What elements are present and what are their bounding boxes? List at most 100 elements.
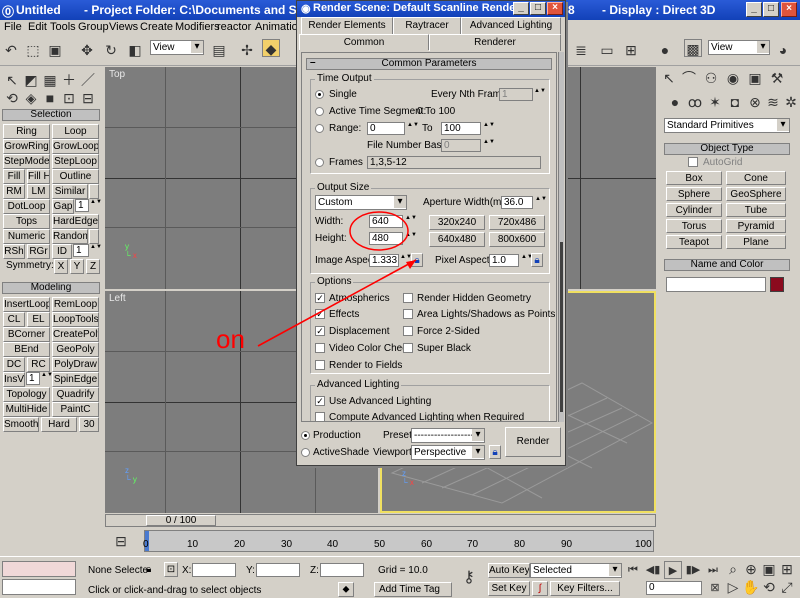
collapse-icon[interactable]: –	[310, 57, 316, 68]
y-coord-field[interactable]	[256, 563, 300, 577]
panel-icon-1[interactable]: ↖	[3, 71, 21, 89]
tab-common[interactable]: Common	[299, 34, 429, 50]
activeshade-radio[interactable]	[301, 448, 310, 457]
cylinder-button[interactable]: Cylinder	[666, 203, 722, 217]
frames-radio[interactable]	[315, 158, 324, 167]
tops-button[interactable]: Tops	[3, 214, 50, 229]
dialog-scrollbar[interactable]	[558, 52, 564, 422]
polydraw-button[interactable]: PolyDraw	[52, 357, 99, 372]
time-tag-icon[interactable]: ⬥	[338, 582, 354, 597]
time-slider[interactable]: 0 / 100	[105, 514, 656, 527]
hard-button[interactable]: Hard	[41, 417, 77, 432]
stepmode-button[interactable]: StepMode	[3, 154, 50, 169]
similar-options-button[interactable]	[89, 184, 99, 199]
range-from-spinner[interactable]: ▲▼	[407, 122, 419, 135]
random-button[interactable]: Random	[52, 229, 88, 244]
menu-file[interactable]: File	[4, 21, 22, 33]
create-tab-icon[interactable]: ↖	[660, 69, 678, 87]
object-type-rollout-title[interactable]: Object Type	[664, 143, 790, 155]
dialog-close-button[interactable]: ×	[547, 2, 563, 15]
viewport-dropdown[interactable]: Perspective	[411, 445, 485, 460]
viewport-left-label[interactable]: Left	[109, 293, 126, 304]
insertloop-button[interactable]: InsertLoop	[3, 297, 50, 312]
growloop-button[interactable]: GrowLoop	[52, 139, 99, 154]
smooth-angle-field[interactable]: 30	[79, 417, 99, 432]
reference-coord-dropdown[interactable]: View	[150, 40, 204, 55]
gap-button[interactable]: Gap	[52, 199, 74, 214]
tab-render-elements[interactable]: Render Elements	[301, 17, 393, 34]
scale-icon[interactable]: ◧	[126, 41, 144, 59]
go-to-end-icon[interactable]: ⏭	[704, 561, 722, 579]
random-options-button[interactable]	[89, 229, 99, 244]
geopoly-button[interactable]: GeoPoly	[52, 342, 99, 357]
menu-create[interactable]: Create	[140, 21, 173, 33]
minimize-button[interactable]: _	[746, 2, 762, 17]
aperture-width-spinner[interactable]: ▲▼	[535, 196, 547, 209]
topology-button[interactable]: Topology	[3, 387, 50, 402]
growring-button[interactable]: GrowRing	[3, 139, 50, 154]
pixel-aspect-field[interactable]: 1.0	[489, 254, 519, 267]
motion-tab-icon[interactable]: ◉	[724, 69, 742, 87]
panel-icon-4[interactable]: ＋	[60, 71, 78, 89]
insv-spinner[interactable]: ▲▼	[41, 372, 53, 385]
quick-render-icon[interactable]: ◕	[774, 41, 792, 59]
smooth-button[interactable]: Smooth	[3, 417, 39, 432]
zoom-extents-all-icon[interactable]: ⊞	[778, 560, 796, 578]
lock-selection-icon[interactable]: 🔒︎	[146, 564, 151, 575]
loop-button[interactable]: Loop	[52, 124, 99, 139]
pyramid-button[interactable]: Pyramid	[726, 219, 786, 233]
go-to-start-icon[interactable]: ⏮	[624, 561, 642, 579]
spacewarps-icon[interactable]: ≋	[764, 93, 782, 111]
primitives-dropdown[interactable]: Standard Primitives	[664, 118, 790, 133]
modeling-rollout-title[interactable]: Modeling	[2, 282, 100, 294]
gap-value-field[interactable]: 1	[75, 199, 89, 212]
production-radio[interactable]	[301, 431, 310, 440]
geometry-icon[interactable]: ●	[666, 93, 684, 111]
z-coord-field[interactable]	[320, 563, 364, 577]
aperture-width-field[interactable]: 36.0	[501, 196, 533, 209]
multihide-button[interactable]: MultiHide	[3, 402, 50, 417]
track-bar[interactable]: ⊟ 0 10 20 30 40 50 60 70 80 90 100	[0, 528, 800, 556]
rm-button[interactable]: RM	[3, 184, 25, 199]
looptools-button[interactable]: LoopTools	[52, 312, 99, 327]
menu-reactor[interactable]: reactor	[217, 21, 251, 33]
auto-key-button[interactable]: Auto Key	[488, 563, 530, 578]
range-radio[interactable]	[315, 124, 324, 133]
key-icon[interactable]: ⚷	[460, 569, 478, 587]
render-active-icon[interactable]: ◆	[262, 39, 280, 57]
panel-icon-5[interactable]: ／	[79, 71, 97, 89]
tube-button[interactable]: Tube	[726, 203, 786, 217]
play-icon[interactable]: ▶	[664, 561, 682, 579]
rotate-icon[interactable]: ↻	[102, 41, 120, 59]
time-config-icon[interactable]: ⊠	[706, 579, 724, 597]
add-time-tag-button[interactable]: Add Time Tag	[374, 582, 452, 597]
menu-tools[interactable]: Tools	[50, 21, 76, 33]
sym-x-button[interactable]: X	[54, 259, 68, 274]
pan-icon[interactable]: ✋	[742, 578, 760, 596]
el-button[interactable]: EL	[27, 312, 50, 327]
numeric-button[interactable]: Numeric	[3, 229, 50, 244]
preset-dropdown[interactable]: -------------------	[411, 428, 485, 443]
object-name-field[interactable]	[666, 277, 766, 292]
display-tab-icon[interactable]: ▣	[746, 69, 764, 87]
layer-icon[interactable]: ≣	[572, 41, 590, 59]
panel-icon-10[interactable]: ⊟	[79, 89, 97, 107]
preset-320x240-button[interactable]: 320x240	[429, 215, 485, 230]
render-button[interactable]: Render	[505, 427, 561, 457]
range-to-field[interactable]: 100	[441, 122, 481, 135]
absolute-mode-icon[interactable]: ⊡	[164, 562, 178, 577]
selection-rollout-title[interactable]: Selection	[2, 109, 100, 121]
bend-button[interactable]: BEnd	[3, 342, 50, 357]
paintc-button[interactable]: PaintC	[52, 402, 99, 417]
modify-tab-icon[interactable]: ⌒	[680, 69, 698, 87]
select-region-icon[interactable]: ⬚	[24, 41, 42, 59]
pixel-aspect-spinner[interactable]: ▲▼	[521, 254, 533, 267]
fill-h-button[interactable]: Fill H	[27, 169, 50, 184]
time-slider-thumb[interactable]: 0 / 100	[146, 515, 216, 526]
rsh-button[interactable]: RSh	[3, 244, 25, 259]
material-editor-icon[interactable]: ●	[656, 41, 674, 59]
gap-spinner[interactable]: ▲▼	[90, 199, 102, 212]
shapes-icon[interactable]: ꝏ	[686, 93, 704, 111]
object-color-swatch[interactable]	[770, 277, 784, 292]
panel-icon-9[interactable]: ⊡	[60, 89, 78, 107]
